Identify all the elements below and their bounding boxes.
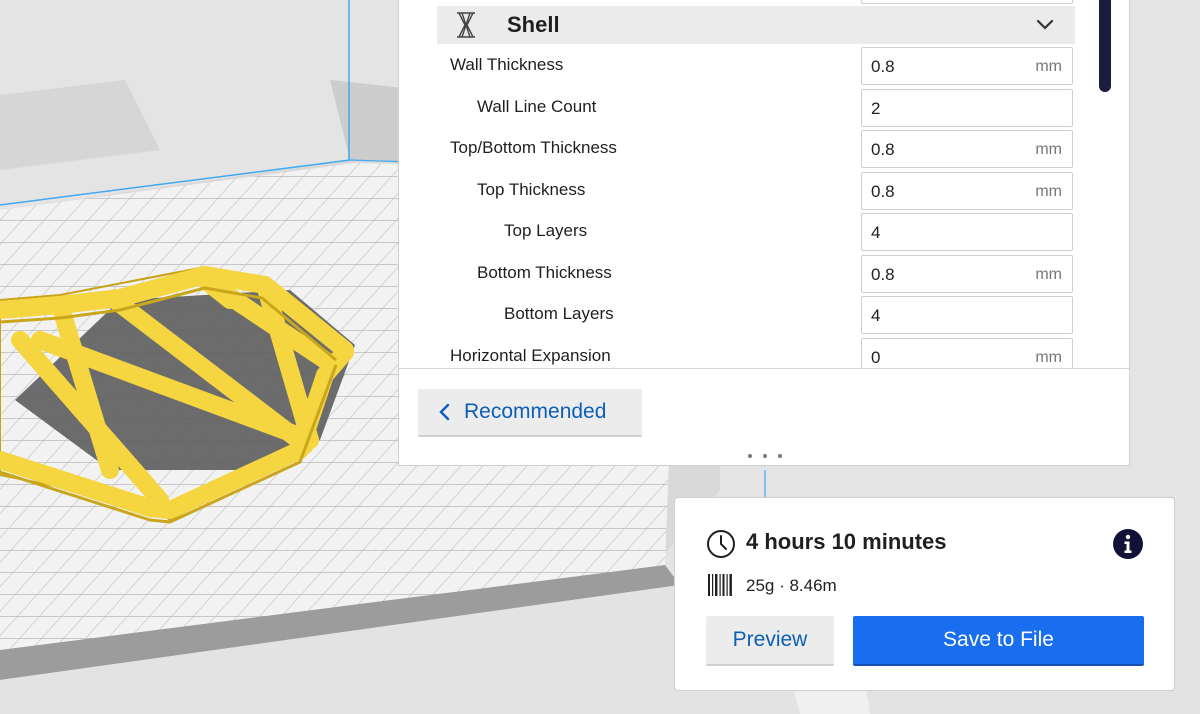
shell-icon (457, 12, 475, 38)
wall-line-count-input[interactable]: 2 (861, 89, 1073, 127)
setting-row-wall-line-count: Wall Line Count 2 (399, 88, 1099, 128)
setting-label: Horizontal Expansion (450, 346, 611, 365)
setting-label: Wall Thickness (450, 55, 564, 74)
save-button-label: Save to File (943, 628, 1054, 651)
panel-divider (399, 368, 1129, 369)
field-unit: mm (1035, 141, 1062, 158)
recommended-label: Recommended (464, 400, 607, 423)
previous-setting-field[interactable] (861, 0, 1073, 4)
field-unit: mm (1035, 183, 1062, 200)
clock-icon (707, 530, 735, 558)
field-unit: mm (1035, 266, 1062, 283)
top-bottom-thickness-input[interactable]: 0.8 mm (861, 130, 1073, 168)
field-value: 0.8 (871, 182, 895, 201)
setting-row-bottom-thickness: Bottom Thickness 0.8 mm (399, 254, 1099, 294)
field-value: 0 (871, 348, 881, 367)
info-icon[interactable] (1112, 528, 1144, 560)
chevron-down-icon[interactable] (1035, 15, 1055, 35)
field-unit: mm (1035, 349, 1062, 366)
section-header-shell[interactable]: Shell (437, 6, 1075, 44)
custom-settings-panel: Shell Wall Thickness 0.8 mm Wall Line Co… (398, 0, 1130, 466)
bottom-layers-input[interactable]: 4 (861, 296, 1073, 334)
material-usage: 25g · 8.46m (746, 576, 837, 595)
top-layers-input[interactable]: 4 (861, 213, 1073, 251)
setting-row-top-layers: Top Layers 4 (399, 212, 1099, 252)
field-value: 0.8 (871, 57, 895, 76)
setting-row-top-bottom-thickness: Top/Bottom Thickness 0.8 mm (399, 129, 1099, 169)
build-plate-corner (0, 80, 160, 170)
panel-resize-handle[interactable] (748, 454, 782, 464)
settings-scrollbar[interactable] (1099, 0, 1111, 92)
setting-label: Top Thickness (477, 180, 586, 199)
field-unit: mm (1035, 58, 1062, 75)
setting-label: Top Layers (504, 221, 588, 240)
top-thickness-input[interactable]: 0.8 mm (861, 172, 1073, 210)
section-title: Shell (507, 12, 560, 37)
setting-row-horizontal-expansion: Horizontal Expansion 0 mm (399, 337, 1099, 368)
preview-button[interactable]: Preview (706, 616, 834, 666)
setting-label: Wall Line Count (477, 97, 597, 116)
horizontal-expansion-input[interactable]: 0 mm (861, 338, 1073, 368)
setting-row-wall-thickness: Wall Thickness 0.8 mm (399, 46, 1099, 86)
field-value: 4 (871, 223, 881, 242)
setting-row-bottom-layers: Bottom Layers 4 (399, 295, 1099, 335)
print-time-estimate: 4 hours 10 minutes (746, 529, 947, 554)
wall-thickness-input[interactable]: 0.8 mm (861, 47, 1073, 85)
preview-button-label: Preview (732, 628, 808, 651)
setting-row-top-thickness: Top Thickness 0.8 mm (399, 171, 1099, 211)
field-value: 4 (871, 306, 881, 325)
setting-label: Top/Bottom Thickness (450, 138, 617, 157)
setting-label: Bottom Thickness (477, 263, 612, 282)
recommended-button[interactable]: Recommended (418, 389, 642, 437)
print-info-card: 4 hours 10 minutes 25g · 8.46m Preview S… (674, 497, 1175, 691)
setting-label: Bottom Layers (504, 304, 614, 323)
save-to-file-button[interactable]: Save to File (853, 616, 1144, 666)
field-value: 0.8 (871, 265, 895, 284)
filament-spool-icon (708, 574, 732, 596)
settings-scroll-area[interactable]: Shell Wall Thickness 0.8 mm Wall Line Co… (399, 0, 1099, 368)
field-value: 0.8 (871, 140, 895, 159)
chevron-left-icon (439, 403, 450, 421)
bottom-thickness-input[interactable]: 0.8 mm (861, 255, 1073, 293)
field-value: 2 (871, 99, 881, 118)
